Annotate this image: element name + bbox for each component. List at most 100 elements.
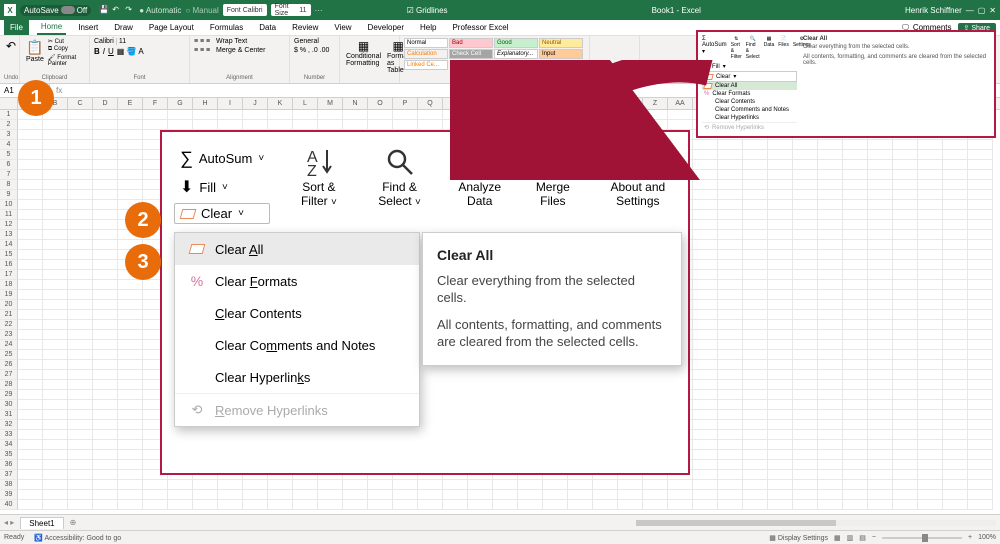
cell[interactable]: [818, 490, 843, 500]
cell[interactable]: [718, 400, 743, 410]
cell[interactable]: [768, 280, 793, 290]
cell[interactable]: [93, 280, 118, 290]
row-header[interactable]: 31: [0, 410, 18, 420]
cell[interactable]: [943, 230, 968, 240]
cell[interactable]: [18, 470, 43, 480]
row-header[interactable]: 34: [0, 440, 18, 450]
cell[interactable]: [543, 480, 568, 490]
clear-button[interactable]: Clear˅: [174, 203, 270, 224]
cell[interactable]: [43, 480, 68, 490]
cell[interactable]: [793, 340, 818, 350]
cell[interactable]: [768, 240, 793, 250]
cell[interactable]: [943, 480, 968, 490]
cell[interactable]: [743, 310, 768, 320]
cell[interactable]: [18, 170, 43, 180]
cell[interactable]: [943, 190, 968, 200]
tab-data[interactable]: Data: [255, 21, 280, 34]
cell[interactable]: [218, 490, 243, 500]
cell[interactable]: [318, 120, 343, 130]
cell[interactable]: [218, 110, 243, 120]
cell[interactable]: [43, 280, 68, 290]
cell[interactable]: [68, 200, 93, 210]
cell[interactable]: [168, 500, 193, 510]
cell[interactable]: [93, 140, 118, 150]
cell[interactable]: [893, 440, 918, 450]
cell[interactable]: [818, 340, 843, 350]
cell[interactable]: [193, 490, 218, 500]
cell[interactable]: [68, 390, 93, 400]
conditional-formatting-button[interactable]: ▦Conditional Formatting: [344, 38, 383, 81]
cell[interactable]: [68, 490, 93, 500]
cell[interactable]: [18, 190, 43, 200]
cell[interactable]: [743, 330, 768, 340]
cell[interactable]: [93, 190, 118, 200]
cell[interactable]: [843, 460, 868, 470]
cell[interactable]: [368, 500, 393, 510]
cell[interactable]: [843, 230, 868, 240]
cell[interactable]: [743, 390, 768, 400]
user-name[interactable]: Henrik Schiffner: [905, 6, 962, 15]
cell[interactable]: [918, 430, 943, 440]
cell[interactable]: [918, 350, 943, 360]
cell[interactable]: [693, 390, 718, 400]
row-header[interactable]: 39: [0, 490, 18, 500]
cell[interactable]: [18, 360, 43, 370]
cell[interactable]: [843, 360, 868, 370]
cell[interactable]: [693, 280, 718, 290]
cell[interactable]: [793, 210, 818, 220]
cell[interactable]: [393, 500, 418, 510]
cell[interactable]: [868, 290, 893, 300]
style-normal[interactable]: Normal: [404, 38, 448, 48]
cell[interactable]: [843, 240, 868, 250]
cell[interactable]: [943, 210, 968, 220]
cell[interactable]: [718, 480, 743, 490]
cell[interactable]: [718, 210, 743, 220]
cell[interactable]: [918, 490, 943, 500]
row-header[interactable]: 14: [0, 240, 18, 250]
cell[interactable]: [918, 500, 943, 510]
cell[interactable]: [68, 350, 93, 360]
cell[interactable]: [868, 360, 893, 370]
cell[interactable]: [918, 150, 943, 160]
cell[interactable]: [893, 210, 918, 220]
cell[interactable]: [843, 150, 868, 160]
cell[interactable]: [93, 170, 118, 180]
cell[interactable]: [868, 410, 893, 420]
cell[interactable]: [743, 160, 768, 170]
cell[interactable]: [968, 180, 993, 190]
cell[interactable]: [943, 260, 968, 270]
cell[interactable]: [43, 430, 68, 440]
cell[interactable]: [18, 410, 43, 420]
cell[interactable]: [893, 330, 918, 340]
cell[interactable]: [93, 410, 118, 420]
cell[interactable]: [93, 210, 118, 220]
cell[interactable]: [643, 500, 668, 510]
cell[interactable]: [943, 150, 968, 160]
cell[interactable]: [68, 360, 93, 370]
cell[interactable]: [918, 200, 943, 210]
row-header[interactable]: 7: [0, 170, 18, 180]
menu-clear-contents[interactable]: Clear Contents: [175, 297, 419, 329]
row-header[interactable]: 21: [0, 310, 18, 320]
cell[interactable]: [718, 330, 743, 340]
cell[interactable]: [868, 420, 893, 430]
cell[interactable]: [693, 220, 718, 230]
cell[interactable]: [868, 280, 893, 290]
row-header[interactable]: 4: [0, 140, 18, 150]
cell[interactable]: [43, 330, 68, 340]
cell[interactable]: [968, 450, 993, 460]
cell[interactable]: [768, 220, 793, 230]
cell[interactable]: [93, 420, 118, 430]
cell[interactable]: [868, 490, 893, 500]
cell[interactable]: [118, 300, 143, 310]
cell[interactable]: [18, 280, 43, 290]
cell[interactable]: [118, 480, 143, 490]
cell[interactable]: [118, 140, 143, 150]
cell[interactable]: [43, 270, 68, 280]
cell[interactable]: [693, 430, 718, 440]
cell[interactable]: [143, 500, 168, 510]
cell[interactable]: [618, 480, 643, 490]
menu-clear-hyperlinks[interactable]: Clear Hyperlinks: [175, 361, 419, 393]
cell[interactable]: [818, 290, 843, 300]
zoom-level[interactable]: 100%: [978, 534, 996, 541]
